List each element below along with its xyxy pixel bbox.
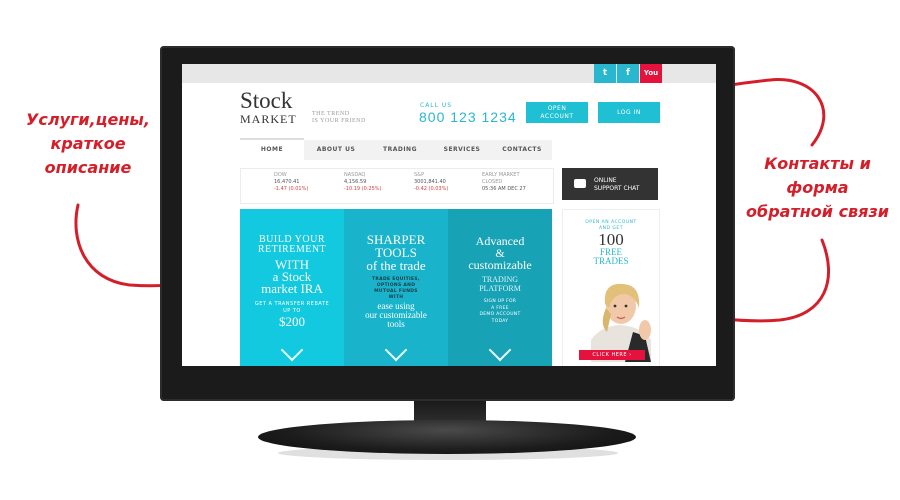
support-line2: SUPPORT CHAT <box>594 185 640 192</box>
p1-rebate: GET A TRANSFER REBATE UP TO <box>240 301 344 315</box>
p3-heading: Advanced & customizable <box>448 235 552 271</box>
login-label: LOG IN <box>617 108 641 116</box>
chevron-down-icon[interactable] <box>384 338 408 362</box>
ticker-name: NASDAQ <box>344 172 366 178</box>
ticker-dow: DOW 16,470.41 -1.47 (0.01%) <box>274 172 326 193</box>
ticker-change: -10.19 (0.25%) <box>344 186 382 192</box>
p3-platform: TRADING PLATFORM <box>448 275 552 293</box>
chevron-down-icon[interactable] <box>488 338 512 362</box>
tagline-line2: IS YOUR FRIEND <box>312 118 366 124</box>
nav-contacts[interactable]: CONTACTS <box>492 140 552 160</box>
p1-sub1: GET A TRANSFER REBATE <box>254 301 330 307</box>
ticker-name: EARLY MARKET <box>482 172 520 178</box>
ticker-name: S&P <box>414 172 425 178</box>
ticker-name: DOW <box>274 172 287 178</box>
support-line1: ONLINE <box>594 177 617 184</box>
phone-number[interactable]: 800 123 1234 <box>419 109 517 125</box>
support-chat-label: ONLINE SUPPORT CHAT <box>594 177 639 193</box>
chat-icon <box>574 179 586 188</box>
p3-sub: SIGN UP FOR A FREE DEMO ACCOUNT TODAY <box>448 299 552 325</box>
p2-sub: TRADE EQUITIES, OPTIONS AND MUTUAL FUNDS… <box>344 277 448 301</box>
p3-h4: TRADING <box>482 275 518 284</box>
nav-trading[interactable]: TRADING <box>368 140 432 160</box>
p1-heading: BUILD YOUR RETIREMENT <box>240 235 344 255</box>
promo-big: 100 <box>598 230 624 249</box>
facebook-icon[interactable]: f <box>617 64 639 83</box>
ticker-value: 3001,841.40 <box>414 179 446 185</box>
open-account-label: OPEN ACCOUNT <box>540 104 574 120</box>
monitor-base <box>258 420 636 454</box>
p1-h2: RETIREMENT <box>257 244 327 255</box>
ticker-sp: S&P 3001,841.40 -0.42 (0.03%) <box>414 172 466 193</box>
nav-services[interactable]: SERVICES <box>432 140 492 160</box>
logo-market[interactable]: MARKET <box>240 112 297 127</box>
login-button[interactable]: LOG IN <box>598 102 660 123</box>
nav-about[interactable]: ABOUT US <box>304 140 368 160</box>
nav-home[interactable]: HOME <box>240 138 304 162</box>
p1-h5: market IRA <box>261 281 323 296</box>
logo-tagline: THE TREND IS YOUR FRIEND <box>312 111 366 125</box>
p3-h5: PLATFORM <box>479 284 521 293</box>
chevron-down-icon[interactable] <box>280 338 304 362</box>
ticker-change: -0.42 (0.03%) <box>414 186 449 192</box>
p3-sub4: TODAY <box>491 318 509 324</box>
click-here-button[interactable]: CLICK HERE › <box>579 350 645 360</box>
p2-h3: of the trade <box>366 258 426 273</box>
p2-heading: SHARPER TOOLS of the trade <box>344 233 448 272</box>
ticker-value: CLOSED <box>482 179 503 185</box>
p1-subheading: WITH a Stock market IRA <box>240 258 344 296</box>
tagline-line1: THE TREND <box>312 111 350 117</box>
p2-e3: tools <box>387 319 405 329</box>
retirement-panel[interactable]: BUILD YOUR RETIREMENT WITH a Stock marke… <box>240 209 344 366</box>
support-chat-button[interactable]: ONLINE SUPPORT CHAT <box>562 168 658 200</box>
ticker-change: -1.47 (0.01%) <box>274 186 309 192</box>
ticker-early-market: EARLY MARKET CLOSED 05:36 AM DEC 27 <box>482 172 546 193</box>
ticker-time: 05:36 AM DEC 27 <box>482 186 526 192</box>
p3-h3: customizable <box>468 258 532 272</box>
p1-amount: $200 <box>279 314 305 329</box>
tools-panel[interactable]: SHARPER TOOLS of the trade TRADE EQUITIE… <box>344 209 448 366</box>
twitter-glyph: t <box>602 68 608 78</box>
ticker-value: 4,156.59 <box>344 179 367 185</box>
promo-woman-image <box>591 283 651 362</box>
p2-ease: ease using our customizable tools <box>344 302 448 329</box>
promo-box: OPEN AN ACCOUNT AND GET 100 FREE TRADES … <box>562 209 660 366</box>
open-account-button[interactable]: OPEN ACCOUNT <box>526 102 588 123</box>
youtube-glyph: You <box>643 69 659 77</box>
facebook-glyph: f <box>626 68 630 78</box>
promo-trades-label: TRADES <box>593 256 629 266</box>
twitter-icon[interactable]: t <box>594 64 616 83</box>
monitor-screen: t f You Stock MARKET THE TREND IS YOUR F… <box>182 64 716 366</box>
promo-free: FREE TRADES <box>563 248 659 266</box>
logo-stock[interactable]: Stock <box>240 89 292 112</box>
ticker-nasdaq: NASDAQ 4,156.59 -10.19 (0.25%) <box>344 172 396 193</box>
youtube-icon[interactable]: You <box>640 64 662 83</box>
platform-panel[interactable]: Advanced & customizable TRADING PLATFORM… <box>448 209 552 366</box>
ticker-value: 16,470.41 <box>274 179 300 185</box>
call-label: CALL US <box>420 102 453 109</box>
